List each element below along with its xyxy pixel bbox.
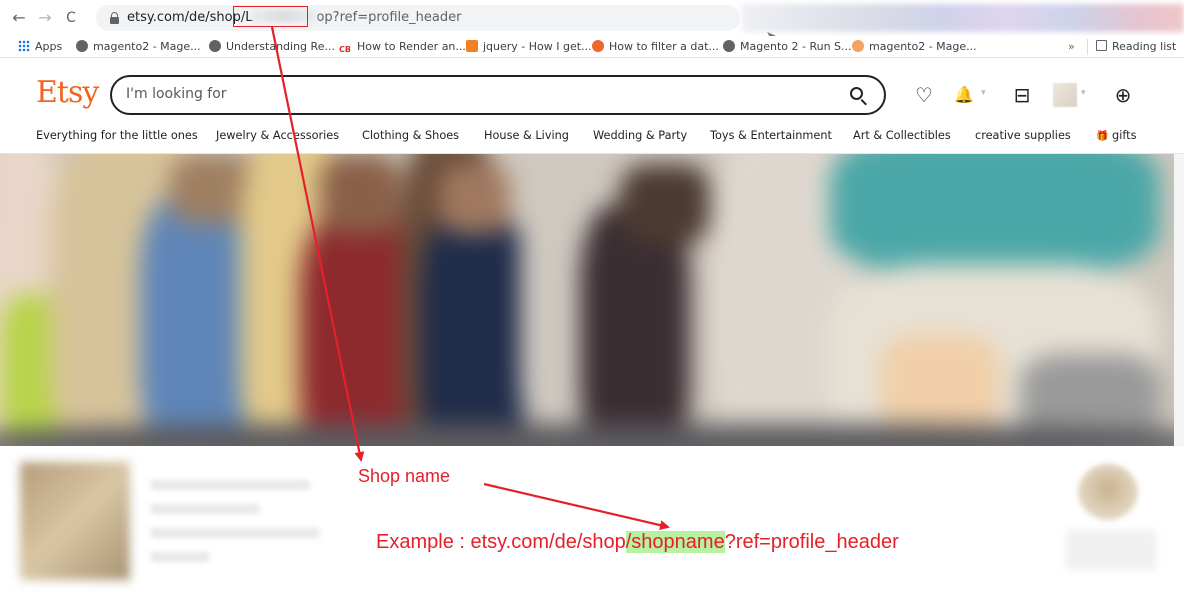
shop-banner-image xyxy=(0,154,1184,446)
bookmark-magento-run[interactable]: Magento 2 - Run S... xyxy=(723,40,852,54)
bookmark-render[interactable]: CB How to Render an... xyxy=(338,40,466,56)
reload-icon[interactable]: C xyxy=(60,7,82,29)
url-shopname-highlight-box xyxy=(233,6,308,27)
search-input[interactable] xyxy=(126,86,826,102)
bookmark-filter[interactable]: How to filter a dat... xyxy=(592,40,719,54)
globe-icon xyxy=(723,40,735,52)
shop-manager-icon[interactable]: ⊟ xyxy=(1010,83,1034,107)
cart-icon[interactable]: ⊕ xyxy=(1111,83,1135,107)
example-url-annotation: Example : etsy.com/de/shop/shopname?ref=… xyxy=(376,531,899,554)
stackoverflow-icon xyxy=(466,40,478,52)
example-suffix: ?ref=profile_header xyxy=(724,531,899,553)
apps-grid-icon xyxy=(18,40,30,52)
avatar[interactable] xyxy=(1053,83,1077,107)
bookmark-label: magento2 - Mage... xyxy=(93,40,201,53)
search-icon[interactable] xyxy=(849,86,869,106)
bookmark-label: Apps xyxy=(35,40,63,53)
gift-icon: 🎁 xyxy=(1096,131,1109,142)
category-label: gifts xyxy=(1112,129,1137,142)
category-nav: Everything for the little ones Jewelry &… xyxy=(0,126,1184,150)
bookmark-jquery[interactable]: jquery - How I get... xyxy=(466,40,592,54)
address-bar[interactable]: etsy.com/de/shop/L op?ref=profile_header … xyxy=(96,5,777,59)
bookmark-label: How to Render an... xyxy=(357,40,466,53)
shop-owner-details-blurred xyxy=(1066,530,1156,570)
reading-list-label: Reading list xyxy=(1112,40,1177,53)
bookmark-magento2-1[interactable]: magento2 - Mage... xyxy=(76,40,201,54)
category-link[interactable]: creative supplies xyxy=(975,129,1071,142)
bookmark-label: magento2 - Mage... xyxy=(869,40,977,53)
cb-icon: CB xyxy=(338,44,352,56)
search-bar xyxy=(110,75,886,115)
category-link[interactable]: Wedding & Party xyxy=(593,129,687,142)
globe-icon xyxy=(76,40,88,52)
shop-owner-avatar xyxy=(1078,464,1138,520)
bookmarks-bar: Apps magento2 - Mage... Understanding Re… xyxy=(0,36,1184,58)
shop-details-blurred xyxy=(150,480,330,570)
category-link[interactable]: Jewelry & Accessories xyxy=(216,129,339,142)
category-link[interactable]: Clothing & Shoes xyxy=(362,129,459,142)
bookmark-label: jquery - How I get... xyxy=(483,40,592,53)
back-arrow-icon[interactable]: ← xyxy=(8,7,30,29)
example-prefix: Example : etsy.com/de/shop xyxy=(376,531,626,553)
bell-icon[interactable]: 🔔 xyxy=(952,83,976,107)
example-shopname-highlight: /shopname xyxy=(625,531,725,553)
chevron-down-icon[interactable]: ▾ xyxy=(1081,88,1086,98)
forward-arrow-icon[interactable]: → xyxy=(34,7,56,29)
magento-icon xyxy=(592,40,604,52)
category-link[interactable]: House & Living xyxy=(484,129,569,142)
category-link[interactable]: Everything for the little ones xyxy=(36,129,198,142)
url-host-path: etsy.com/de/shop/ xyxy=(127,10,246,25)
category-link[interactable]: Toys & Entertainment xyxy=(710,129,832,142)
etsy-logo[interactable]: Etsy xyxy=(36,73,99,113)
extensions-area-blurred xyxy=(742,4,1184,32)
bookmarks-divider xyxy=(1087,39,1088,55)
bookmark-understanding[interactable]: Understanding Re... xyxy=(209,40,335,54)
page-scrollbar-track[interactable] xyxy=(1174,154,1184,446)
bookmarks-overflow-chevron-icon[interactable]: » xyxy=(1068,40,1075,53)
chevron-down-icon[interactable]: ▾ xyxy=(981,88,986,98)
shop-name-annotation: Shop name xyxy=(358,466,451,486)
heart-icon[interactable]: ♡ xyxy=(912,83,936,107)
reading-list-button[interactable]: Reading list xyxy=(1096,40,1176,53)
globe-icon xyxy=(209,40,221,52)
browser-toolbar: ← → C etsy.com/de/shop/L op?ref=profile_h… xyxy=(0,0,1184,59)
bookmark-magento2-2[interactable]: magento2 - Mage... xyxy=(852,40,977,54)
bookmark-label: How to filter a dat... xyxy=(609,40,719,53)
lock-icon[interactable] xyxy=(110,12,119,24)
bookmark-label: Understanding Re... xyxy=(226,40,335,53)
bookmark-label: Magento 2 - Run S... xyxy=(740,40,852,53)
reading-list-icon xyxy=(1096,40,1107,51)
magento-icon xyxy=(852,40,864,52)
shop-icon-image xyxy=(20,462,130,580)
bookmark-apps[interactable]: Apps xyxy=(18,40,62,54)
category-link-gifts[interactable]: 🎁 gifts xyxy=(1096,129,1136,142)
url-suffix: op?ref=profile_header xyxy=(316,10,462,25)
category-link[interactable]: Art & Collectibles xyxy=(853,129,951,142)
arrow-label-to-example xyxy=(483,482,670,531)
